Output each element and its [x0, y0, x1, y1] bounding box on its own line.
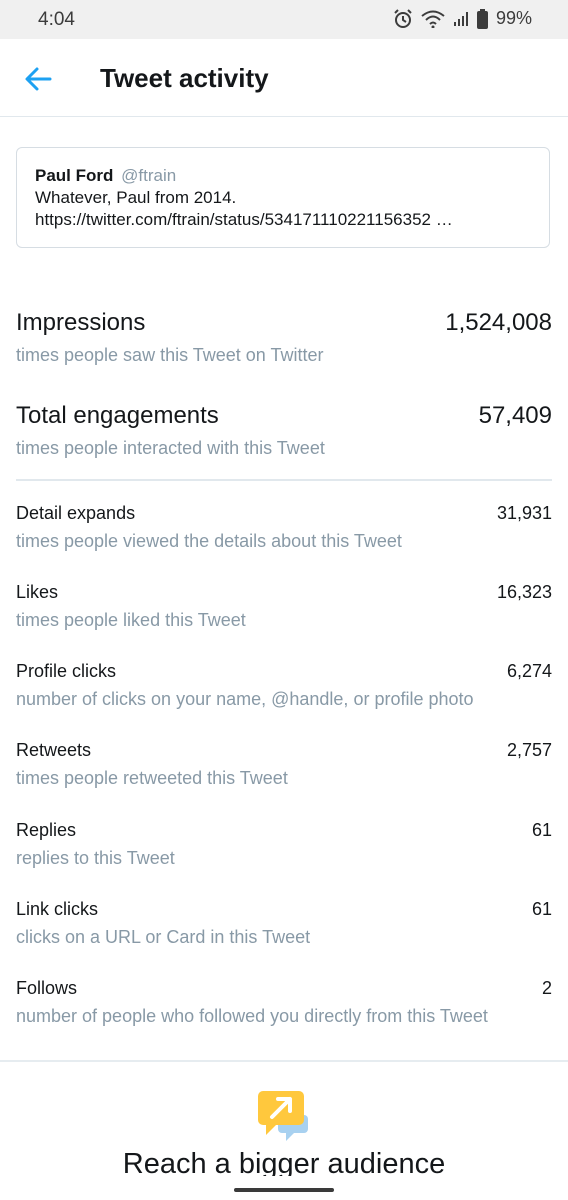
- stat-label: Impressions: [16, 309, 146, 336]
- home-gesture-handle[interactable]: [234, 1188, 334, 1192]
- stat-value: 1,524,008: [445, 309, 552, 336]
- stat-description: replies to this Tweet: [16, 848, 175, 868]
- follows-stat: Follows 2 number of people who followed …: [16, 978, 552, 1048]
- alarm-icon: [393, 8, 413, 29]
- stat-description: times people liked this Tweet: [16, 610, 246, 630]
- stat-label: Replies: [16, 820, 77, 840]
- battery-icon: [476, 8, 488, 29]
- likes-stat: Likes 16,323 times people liked this Twe…: [16, 582, 552, 652]
- stat-value: 57,409: [478, 402, 552, 429]
- stat-description: times people retweeted this Tweet: [16, 768, 288, 788]
- link-clicks-stat: Link clicks 61 clicks on a URL or Card i…: [16, 899, 552, 969]
- tweet-link[interactable]: https://twitter.com/ftrain/status/534171…: [35, 209, 531, 231]
- stats-divider: [16, 479, 552, 481]
- tweet-text-line-1: Whatever, Paul from 2014.: [35, 188, 237, 207]
- promote-icon: [256, 1089, 312, 1143]
- stat-label: Link clicks: [16, 899, 99, 919]
- back-arrow-icon: [25, 67, 52, 91]
- stat-label: Follows: [16, 978, 78, 998]
- stat-label: Retweets: [16, 740, 92, 760]
- stat-value: 2,757: [506, 740, 552, 760]
- tweet-author-handle: @ftrain: [121, 166, 177, 185]
- detail-expands-stat: Detail expands 31,931 times people viewe…: [16, 503, 552, 573]
- tweet-card[interactable]: Paul Ford @ftrain Whatever, Paul from 20…: [16, 147, 550, 248]
- section-separator: [0, 1060, 568, 1062]
- stat-description: number of clicks on your name, @handle, …: [16, 689, 474, 709]
- tweet-author: Paul Ford @ftrain: [35, 165, 531, 187]
- system-nav-bar: [0, 1176, 568, 1200]
- signal-icon: [453, 11, 469, 27]
- page-title: Tweet activity: [100, 63, 269, 93]
- replies-stat: Replies 61 replies to this Tweet: [16, 820, 552, 890]
- stat-label: Profile clicks: [16, 661, 117, 681]
- stat-description: times people viewed the details about th…: [16, 531, 402, 551]
- stat-label: Total engagements: [16, 402, 219, 429]
- app-header: Tweet activity: [0, 39, 568, 117]
- stat-description: clicks on a URL or Card in this Tweet: [16, 927, 311, 947]
- stat-value: 6,274: [506, 661, 552, 681]
- stat-description: times people saw this Tweet on Twitter: [16, 345, 324, 365]
- retweets-stat: Retweets 2,757 times people retweeted th…: [16, 740, 552, 810]
- profile-clicks-stat: Profile clicks 6,274 number of clicks on…: [16, 661, 552, 731]
- stat-value: 61: [531, 820, 552, 840]
- stat-value: 31,931: [496, 503, 552, 523]
- wifi-icon: [421, 10, 445, 28]
- stat-value: 2: [541, 978, 552, 998]
- stat-value: 61: [531, 899, 552, 919]
- status-icons: 99%: [393, 8, 532, 29]
- back-button[interactable]: [20, 61, 56, 97]
- status-bar: 4:04 99%: [0, 0, 568, 39]
- stat-label: Likes: [16, 582, 59, 602]
- stat-description: times people interacted with this Tweet: [16, 438, 325, 458]
- stat-value: 16,323: [496, 582, 552, 602]
- stat-label: Detail expands: [16, 503, 136, 523]
- stat-description: number of people who followed you direct…: [16, 1006, 488, 1026]
- tweet-author-name: Paul Ford: [35, 166, 114, 185]
- status-time: 4:04: [38, 9, 75, 30]
- battery-percent: 99%: [495, 8, 532, 28]
